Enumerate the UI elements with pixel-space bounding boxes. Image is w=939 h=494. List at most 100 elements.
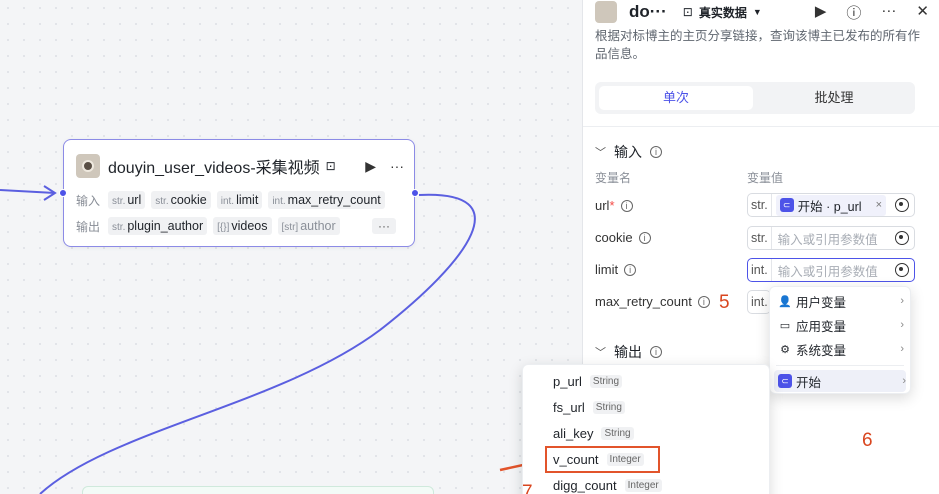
chevron-down-icon: ﹀ [595,147,606,159]
reference-icon[interactable] [895,263,909,277]
menu-item-start[interactable]: ⊂ 开始 › [774,370,906,392]
info-icon: i [624,263,637,276]
start-icon: ⊂ [778,374,792,388]
annotation-5: 5 [719,292,730,313]
mode-select[interactable]: 真实数据 [699,4,747,21]
folder-icon: ▭ [779,319,791,332]
variable-option[interactable]: p_url String [553,374,623,389]
annotation-6: 6 [862,430,873,451]
info-icon: i [697,295,710,308]
chevron-right-icon: › [902,375,906,387]
variable-option[interactable]: fs_url String [553,400,625,415]
clear-icon[interactable]: × [876,199,882,211]
node-inputs: 输入 str. url str. cookie int. limit int. max_… [76,191,391,209]
plugin-avatar-icon [595,1,617,23]
input-label: 输入 [76,193,101,208]
cookie-value-field[interactable]: str. 输入或引用参数值 [747,226,915,250]
menu-item-label: 系统变量 [796,343,847,358]
start-icon: ⊂ [779,198,794,212]
variable-option[interactable]: digg_count Integer [553,478,662,493]
type-badge: Integer [624,479,662,492]
plugin-node[interactable]: douyin_user_videos-采集视频 ⊡ ▶ ··· 输入 str. u… [63,139,415,247]
run-icon[interactable]: ▶ [815,2,827,23]
output-label: 输出 [76,219,101,234]
output-section-header[interactable]: ﹀ 输出 i [595,342,662,362]
plugin-avatar-icon [76,154,100,178]
gear-icon: ⚙ [780,343,790,356]
output-port[interactable] [411,189,419,197]
limit-value-field[interactable]: int. 输入或引用参数值 [747,258,915,282]
type-label: str. [748,194,772,216]
close-icon[interactable]: ✕ [916,2,929,23]
chevron-right-icon: › [900,343,904,355]
output-tag: [str] author [277,217,340,235]
input-tag: str. url [108,191,146,209]
col-name-header: 变量名 [595,171,632,185]
chevron-down-icon[interactable]: ▼ [753,7,762,17]
param-name: limit i [595,262,637,277]
menu-divider [776,365,904,366]
input-tag: int. limit [216,191,263,209]
url-value-field[interactable]: str. ⊂ 开始 · p_url × [747,193,915,217]
chevron-right-icon: › [900,319,904,331]
tab-single[interactable]: 单次 [599,86,753,110]
run-icon[interactable]: ▶ [365,158,376,175]
reference-icon[interactable] [895,231,909,245]
chevron-down-icon: ﹀ [595,347,606,359]
max-retry-value-field[interactable]: int. [747,290,771,314]
type-label: str. [748,227,772,249]
input-tag: str. cookie [151,191,211,209]
menu-item-system-variables[interactable]: ⚙ 系统变量 › [778,338,904,360]
tab-batch[interactable]: 批处理 [757,86,911,110]
type-label: int. [748,259,772,281]
input-tag: int. max_retry_count [268,191,385,209]
type-label: int. [751,295,768,309]
more-outputs-button[interactable]: ··· [372,218,396,234]
reference-chip[interactable]: ⊂ 开始 · p_url × [775,194,887,216]
type-badge: String [601,427,634,440]
col-value-header: 变量值 [747,171,784,185]
robot-icon: ⊡ [682,5,693,19]
more-icon[interactable]: ··· [881,2,896,23]
output-section-title: 输出 [614,344,642,360]
run-mode-tabs: 单次 批处理 [595,82,915,114]
type-badge: String [589,375,623,388]
menu-item-label: 用户变量 [796,295,847,310]
divider [583,126,939,127]
panel-title: do··· [629,2,667,21]
placeholder: 输入或引用参数值 [777,264,878,279]
highlight-box [545,446,660,473]
info-icon: i [650,346,662,358]
placeholder: 输入或引用参数值 [777,232,878,247]
help-icon[interactable]: ⓘ [846,2,861,23]
next-node[interactable] [82,486,434,494]
menu-item-user-variables[interactable]: 👤 用户变量 › [778,290,904,312]
more-icon[interactable]: ··· [390,158,404,174]
output-tag: [{}] videos [213,217,272,235]
input-section-header[interactable]: ﹀ 输入 i [595,142,662,162]
input-port[interactable] [59,189,67,197]
info-icon: i [650,146,662,158]
input-section-title: 输入 [614,144,642,160]
param-name: max_retry_count i [595,294,710,309]
node-title: douyin_user_videos-采集视频 [108,160,320,177]
person-icon: 👤 [778,295,792,308]
menu-item-label: 应用变量 [796,319,847,334]
robot-icon: ⊡ [325,159,336,173]
type-badge: String [592,401,625,414]
param-name: cookie i [595,230,651,245]
node-outputs: 输出 str. plugin_author [{}] videos [str] aut… [76,217,346,235]
menu-item-app-variables[interactable]: ▭ 应用变量 › [778,314,904,336]
panel-description: 根据对标博主的主页分享链接，查询该博主已发布的所有作品信息。 [595,29,921,61]
variable-source-menu: 👤 用户变量 › ▭ 应用变量 › ⚙ 系统变量 › ⊂ 开始 › [769,286,911,394]
param-name: url* i [595,198,633,213]
info-icon: i [620,199,633,212]
menu-item-label: 开始 [796,375,822,390]
reference-icon[interactable] [895,198,909,212]
annotation-7: 7 [522,482,533,494]
chevron-right-icon: › [900,295,904,307]
output-tag: str. plugin_author [108,217,208,235]
info-icon: i [638,231,651,244]
start-variables-popup: p_url String fs_url String ali_key String v… [522,364,770,494]
variable-option[interactable]: ali_key String [553,426,634,441]
